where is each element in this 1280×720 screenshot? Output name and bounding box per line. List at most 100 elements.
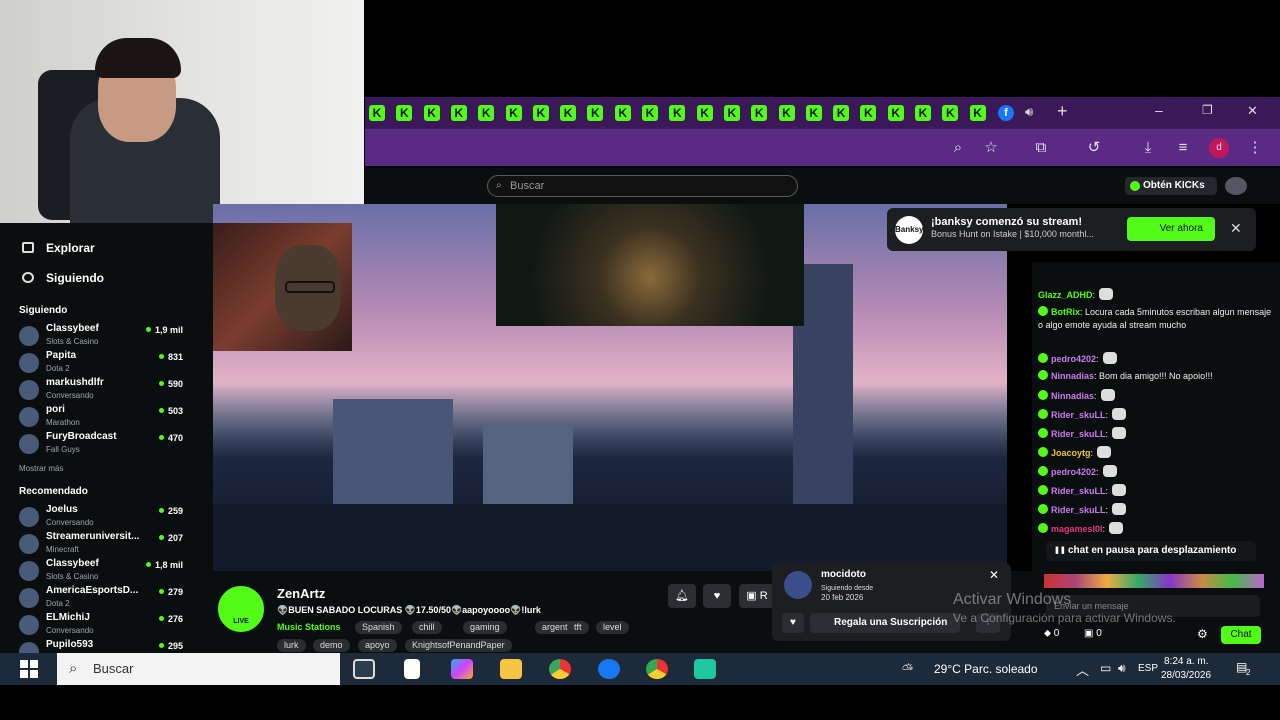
chat-username[interactable]: Ninnadias (1051, 371, 1094, 381)
chat-username[interactable]: Glazz_ADHD (1038, 290, 1093, 300)
stream-tag[interactable]: tft (567, 621, 589, 634)
sidebar-channel[interactable]: Classybeef Slots & Casino 1,8 mil (19, 558, 187, 584)
chat-username[interactable]: Joacoytg (1051, 448, 1091, 458)
stream-category[interactable]: Music Stations (277, 622, 341, 632)
stream-tag[interactable]: lurk (277, 639, 306, 652)
taskbar-search-input[interactable]: ⌕ Buscar (57, 653, 340, 685)
chat-paused-banner[interactable]: chat en pausa para desplazamiento (1046, 541, 1256, 561)
maximize-button[interactable]: ❐ (1202, 103, 1213, 117)
new-tab-button[interactable]: + (1057, 101, 1068, 122)
sidebar-channel[interactable]: Papita Dota 2 831 (19, 350, 187, 376)
user-avatar[interactable] (1225, 177, 1247, 195)
send-chat-button[interactable]: Chat (1221, 626, 1261, 644)
minimize-button[interactable]: – (1155, 102, 1163, 118)
file-icon[interactable] (404, 659, 420, 679)
chat-username[interactable]: BotRix (1051, 307, 1080, 317)
tray-chevron-icon[interactable]: ︿ (1076, 660, 1089, 679)
sidebar-channel[interactable]: ELMichiJ Conversando 276 (19, 612, 187, 638)
sidebar-channel[interactable]: Streameruniversit... Minecraft 207 (19, 531, 187, 557)
facebook-tab-icon[interactable]: f (998, 105, 1014, 121)
kick-tab-icon[interactable]: K (396, 105, 413, 121)
download-icon[interactable]: ⤓ (1138, 138, 1158, 158)
kick-tab-icon[interactable]: K (696, 105, 713, 121)
chat-username[interactable]: pedro4202 (1051, 467, 1096, 477)
kick-tab-icon[interactable]: K (587, 105, 604, 121)
obtain-kicks-button[interactable]: Obtén KICKs (1125, 177, 1217, 195)
gift-sub-button[interactable]: ▣ R (739, 584, 775, 608)
kick-tab-icon[interactable]: K (778, 105, 795, 121)
kick-tab-icon[interactable]: K (751, 105, 768, 121)
kick-tab-icon[interactable]: K (450, 105, 467, 121)
heart-icon[interactable]: ♥ (782, 613, 804, 633)
copilot-icon[interactable] (451, 659, 473, 679)
stream-tag[interactable]: chill (412, 621, 442, 634)
chrome-icon[interactable] (646, 659, 668, 679)
sidebar-channel[interactable]: Joelus Conversando 259 (19, 504, 187, 530)
search-input[interactable]: ⌕ Buscar (487, 175, 798, 197)
chat-username[interactable]: Rider_skuLL (1051, 429, 1106, 439)
kick-tab-icon[interactable]: K (614, 105, 631, 121)
windows-start-icon[interactable] (20, 660, 38, 678)
file-explorer-icon[interactable] (500, 659, 522, 679)
kick-tab-icon[interactable]: K (833, 105, 850, 121)
close-popup-button[interactable]: ✕ (989, 568, 999, 582)
kick-tab-icon[interactable]: K (723, 105, 740, 121)
sidebar-channel[interactable]: FuryBroadcast Fall Guys 470 (19, 431, 187, 457)
kick-tab-icon[interactable]: K (532, 105, 549, 121)
kick-tab-icon[interactable]: K (642, 105, 658, 121)
chat-settings-icon[interactable]: ⚙ (1197, 627, 1208, 641)
kick-tab-icon[interactable]: K (369, 105, 385, 121)
chrome-icon[interactable] (549, 659, 571, 679)
kick-tab-icon[interactable]: K (669, 105, 686, 121)
stream-tag[interactable]: gaming (463, 621, 507, 634)
sidebar-channel[interactable]: pori Marathon 503 (19, 404, 187, 430)
media-control-icon[interactable]: ≡ (1173, 138, 1193, 158)
nav-explorar[interactable]: Explorar (22, 241, 95, 255)
notify-bell-button[interactable]: 🔔︎ (668, 584, 696, 608)
watch-now-button[interactable]: Ver ahora (1127, 217, 1215, 241)
kick-tab-icon[interactable]: K (560, 105, 577, 121)
history-icon[interactable]: ↺ (1084, 138, 1104, 158)
subs-counter[interactable]: ▣ 0 (1084, 628, 1102, 639)
stream-tag[interactable]: level (596, 621, 629, 634)
chat-username[interactable]: Ninnadias (1051, 391, 1094, 401)
show-more-link[interactable]: Mostrar más (19, 464, 63, 473)
stream-tag[interactable]: apoyo (358, 639, 397, 652)
nav-siguiendo[interactable]: Siguiendo (22, 271, 104, 285)
facebook-icon[interactable] (598, 659, 620, 679)
app-icon[interactable] (694, 659, 716, 679)
kick-tab-icon[interactable]: K (915, 105, 931, 121)
sidebar-channel[interactable]: Classybeef Slots & Casino 1,9 mil (19, 323, 187, 349)
kick-tab-icon[interactable]: K (423, 105, 440, 121)
clock-date[interactable]: 28/03/2026 (1161, 670, 1211, 681)
chat-username[interactable]: Rider_skuLL (1051, 486, 1106, 496)
speaker-icon[interactable]: 🔊︎ (1025, 104, 1033, 120)
chat-username[interactable]: Rider_skuLL (1051, 410, 1106, 420)
kick-tab-icon[interactable]: K (887, 105, 904, 121)
close-window-button[interactable]: ✕ (1247, 103, 1258, 119)
sidebar-channel[interactable]: markushdlfr Conversando 590 (19, 377, 187, 403)
weather-text[interactable]: 29°C Parc. soleado (934, 662, 1038, 676)
channel-name[interactable]: ZenArtz (277, 586, 325, 601)
kick-tab-icon[interactable]: K (505, 105, 522, 121)
stream-tag[interactable]: demo (313, 639, 350, 652)
follow-heart-button[interactable]: ♥ (703, 584, 731, 608)
chat-username[interactable]: pedro4202 (1051, 354, 1096, 364)
chat-username[interactable]: Rider_skuLL (1051, 505, 1106, 515)
gift-subscription-button[interactable]: Regala una Suscripción (810, 613, 960, 633)
kick-tab-icon[interactable]: K (478, 105, 495, 121)
close-notification-button[interactable]: ✕ (1230, 220, 1242, 237)
task-view-icon[interactable] (353, 659, 375, 679)
network-icon[interactable]: ▭ (1100, 661, 1111, 675)
stream-tag[interactable]: Spanish (355, 621, 402, 634)
kick-tab-icon[interactable]: K (969, 105, 986, 121)
language-indicator[interactable]: ESP (1138, 663, 1158, 674)
sidebar-channel[interactable]: AmericaEsportsD... Dota 2 279 (19, 585, 187, 611)
emote-bar[interactable] (1044, 574, 1264, 588)
kick-tab-icon[interactable]: K (860, 105, 877, 121)
volume-icon[interactable]: 🔊︎ (1118, 661, 1126, 676)
clock-time[interactable]: 8:24 a. m. (1164, 656, 1208, 667)
kicks-counter[interactable]: ⬥ 0 (1044, 628, 1059, 639)
bookmark-star-icon[interactable]: ☆ (981, 138, 1001, 158)
chat-username[interactable]: magamesl0l (1051, 524, 1103, 534)
